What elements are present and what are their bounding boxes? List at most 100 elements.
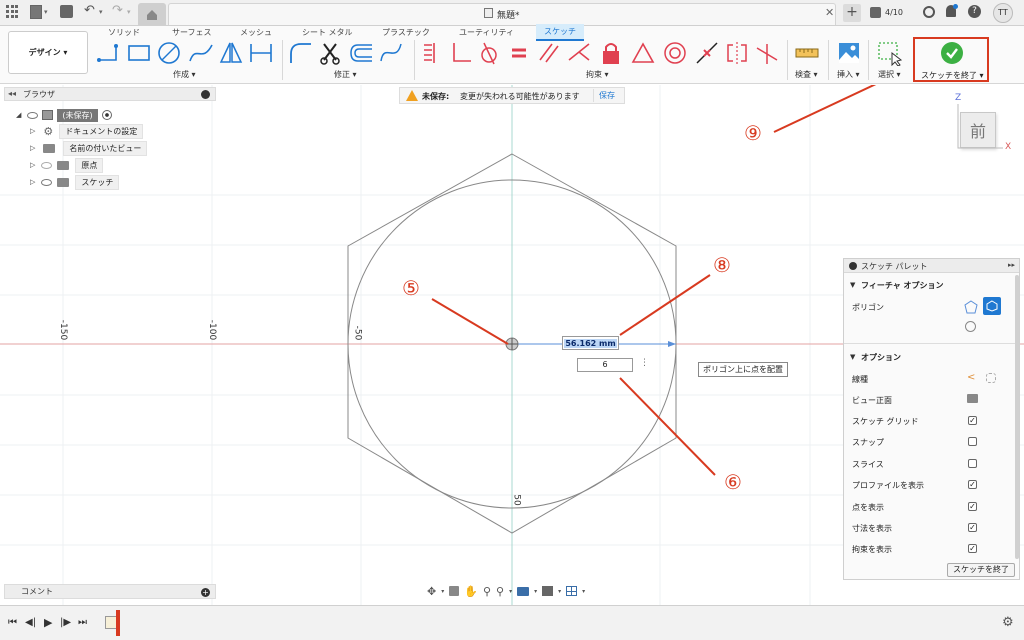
eye-icon[interactable] xyxy=(27,111,39,119)
options-section-title[interactable]: オプション xyxy=(861,352,901,363)
tree-item-document-settings[interactable]: ▷ ⚙ ドキュメントの設定 xyxy=(30,123,144,139)
viewports-dropdown-icon[interactable]: ▾ xyxy=(582,588,585,595)
tree-item-origin[interactable]: ▷ 原点 xyxy=(30,157,104,173)
look-at-nav-icon[interactable] xyxy=(449,586,460,596)
mirror-tool-icon[interactable] xyxy=(218,40,244,66)
options-section-toggle-icon[interactable]: ▼ xyxy=(850,353,855,361)
horizontal-constraint-icon[interactable] xyxy=(420,40,446,66)
clock-icon[interactable] xyxy=(923,6,935,18)
tab-utility[interactable]: ユーティリティ xyxy=(459,27,514,38)
dimension-tool-icon[interactable] xyxy=(248,40,274,66)
app-grid-icon[interactable] xyxy=(6,5,20,19)
eye-icon[interactable] xyxy=(41,178,53,186)
help-icon[interactable]: ? xyxy=(968,5,981,18)
trim-tool-icon[interactable] xyxy=(318,40,344,66)
palette-header[interactable]: スケッチ パレット ▸▸ xyxy=(844,259,1019,273)
concentric-constraint-icon[interactable] xyxy=(662,40,688,66)
activate-radio-icon[interactable] xyxy=(101,110,112,120)
palette-expand-icon[interactable]: ▸▸ xyxy=(1008,261,1015,269)
tangent-constraint-icon[interactable] xyxy=(476,40,502,66)
constraints-group-label[interactable]: 拘束 ▾ xyxy=(586,69,609,80)
expand-right-icon[interactable]: ▷ xyxy=(30,144,35,152)
parallel-constraint-icon[interactable] xyxy=(536,40,562,66)
equal-constraint-icon[interactable] xyxy=(506,40,532,66)
file-dropdown-icon[interactable]: ▾ xyxy=(44,8,48,16)
orbit-dropdown-icon[interactable]: ▾ xyxy=(441,588,444,595)
tab-surface[interactable]: サーフェス xyxy=(172,27,212,38)
timeline-play-icon[interactable]: ▶ xyxy=(44,616,52,629)
triangle-constraint-icon[interactable] xyxy=(630,40,656,66)
display-settings-icon[interactable] xyxy=(517,586,530,596)
zoom-dropdown-icon[interactable]: ▾ xyxy=(509,588,512,595)
palette-finish-sketch-button[interactable]: スケッチを終了 xyxy=(947,563,1015,577)
slice-checkbox[interactable] xyxy=(968,459,977,468)
undo-icon[interactable]: ↶ xyxy=(84,3,95,18)
pan-hand-icon[interactable]: ✋ xyxy=(464,585,478,598)
display-dropdown-icon[interactable]: ▾ xyxy=(534,588,537,595)
inspect-group-label[interactable]: 検査 ▾ xyxy=(795,69,818,80)
browser-panel-header[interactable]: ◂◂ ブラウザ xyxy=(4,87,216,101)
expand-right-icon[interactable]: ▷ xyxy=(30,127,35,135)
midpoint-constraint-icon[interactable] xyxy=(694,40,720,66)
sides-input[interactable]: 6 xyxy=(577,358,633,372)
tree-item-named-views[interactable]: ▷ 名前の付いたビュー xyxy=(30,140,148,156)
viewports-icon[interactable] xyxy=(566,586,578,596)
undo-dropdown-icon[interactable]: ▾ xyxy=(99,8,103,16)
show-constraints-checkbox[interactable]: ✓ xyxy=(968,544,977,553)
show-profile-checkbox[interactable]: ✓ xyxy=(968,480,977,489)
save-notice-button[interactable]: 保存 xyxy=(593,89,620,102)
feature-section-toggle-icon[interactable]: ▼ xyxy=(850,281,855,289)
tree-item-root[interactable]: ◢ (未保存) xyxy=(16,108,112,122)
timeline-marker[interactable] xyxy=(116,610,120,636)
collapse-browser-icon[interactable]: ◂◂ xyxy=(8,89,16,98)
tab-sketch[interactable]: スケッチ xyxy=(536,24,584,41)
comments-panel-header[interactable]: コメント + xyxy=(4,584,216,599)
coincident-constraint-icon[interactable] xyxy=(566,40,592,66)
home-tab-icon[interactable] xyxy=(138,3,166,25)
select-tool-icon[interactable] xyxy=(876,40,902,66)
timeline-next-icon[interactable]: |▶ xyxy=(60,617,71,628)
perpendicular-constraint-icon[interactable] xyxy=(448,40,474,66)
timeline-prev-icon[interactable]: ◀| xyxy=(25,617,36,628)
timeline-settings-icon[interactable]: ⚙ xyxy=(1002,615,1014,630)
grid-dropdown-icon[interactable]: ▾ xyxy=(558,588,561,595)
select-group-label[interactable]: 選択 ▾ xyxy=(878,69,901,80)
fillet-tool-icon[interactable] xyxy=(288,40,314,66)
rectangle-tool-icon[interactable] xyxy=(126,40,152,66)
zoom-window-icon[interactable]: ⚲ xyxy=(496,585,504,598)
expand-right-icon[interactable]: ▷ xyxy=(30,161,35,169)
offset-tool-icon[interactable] xyxy=(348,40,374,66)
eye-hidden-icon[interactable] xyxy=(41,161,53,169)
zoom-icon[interactable]: ⚲ xyxy=(483,585,491,598)
edge-polygon-icon[interactable] xyxy=(965,321,976,332)
construction-line-icon[interactable]: < xyxy=(967,372,975,383)
job-status-icon[interactable] xyxy=(870,7,881,18)
feature-section-title[interactable]: フィーチャ オプション xyxy=(861,280,944,291)
measure-tool-icon[interactable] xyxy=(794,40,820,66)
timeline-first-icon[interactable]: ⏮ xyxy=(8,617,17,628)
symmetry-constraint-icon[interactable] xyxy=(724,40,750,66)
redo-icon[interactable]: ↷ xyxy=(112,3,123,18)
centerline-icon[interactable] xyxy=(986,373,996,383)
tab-mesh[interactable]: メッシュ xyxy=(240,27,272,38)
snap-checkbox[interactable] xyxy=(968,437,977,446)
insert-group-label[interactable]: 挿入 ▾ xyxy=(837,69,860,80)
close-tab-icon[interactable]: ✕ xyxy=(825,6,834,19)
fix-constraint-icon[interactable] xyxy=(598,40,624,66)
redo-dropdown-icon[interactable]: ▾ xyxy=(127,8,131,16)
insert-image-icon[interactable] xyxy=(836,40,862,66)
workspace-switcher[interactable]: デザイン ▾ xyxy=(8,31,88,74)
circumscribed-polygon-icon[interactable] xyxy=(964,300,978,314)
job-count[interactable]: 4/10 xyxy=(885,8,903,17)
inscribed-polygon-button[interactable] xyxy=(983,297,1001,315)
palette-scrollbar[interactable] xyxy=(1015,275,1019,559)
spline-tool-icon[interactable] xyxy=(188,40,214,66)
timeline-last-icon[interactable]: ⏭ xyxy=(78,617,87,628)
user-avatar[interactable]: TT xyxy=(993,3,1013,23)
save-icon[interactable] xyxy=(60,5,73,18)
file-menu-icon[interactable] xyxy=(30,5,42,19)
circle-tool-icon[interactable] xyxy=(156,40,182,66)
collinear-constraint-icon[interactable] xyxy=(754,40,780,66)
add-comment-icon[interactable]: + xyxy=(201,588,210,597)
tree-item-sketches[interactable]: ▷ スケッチ xyxy=(30,174,120,190)
